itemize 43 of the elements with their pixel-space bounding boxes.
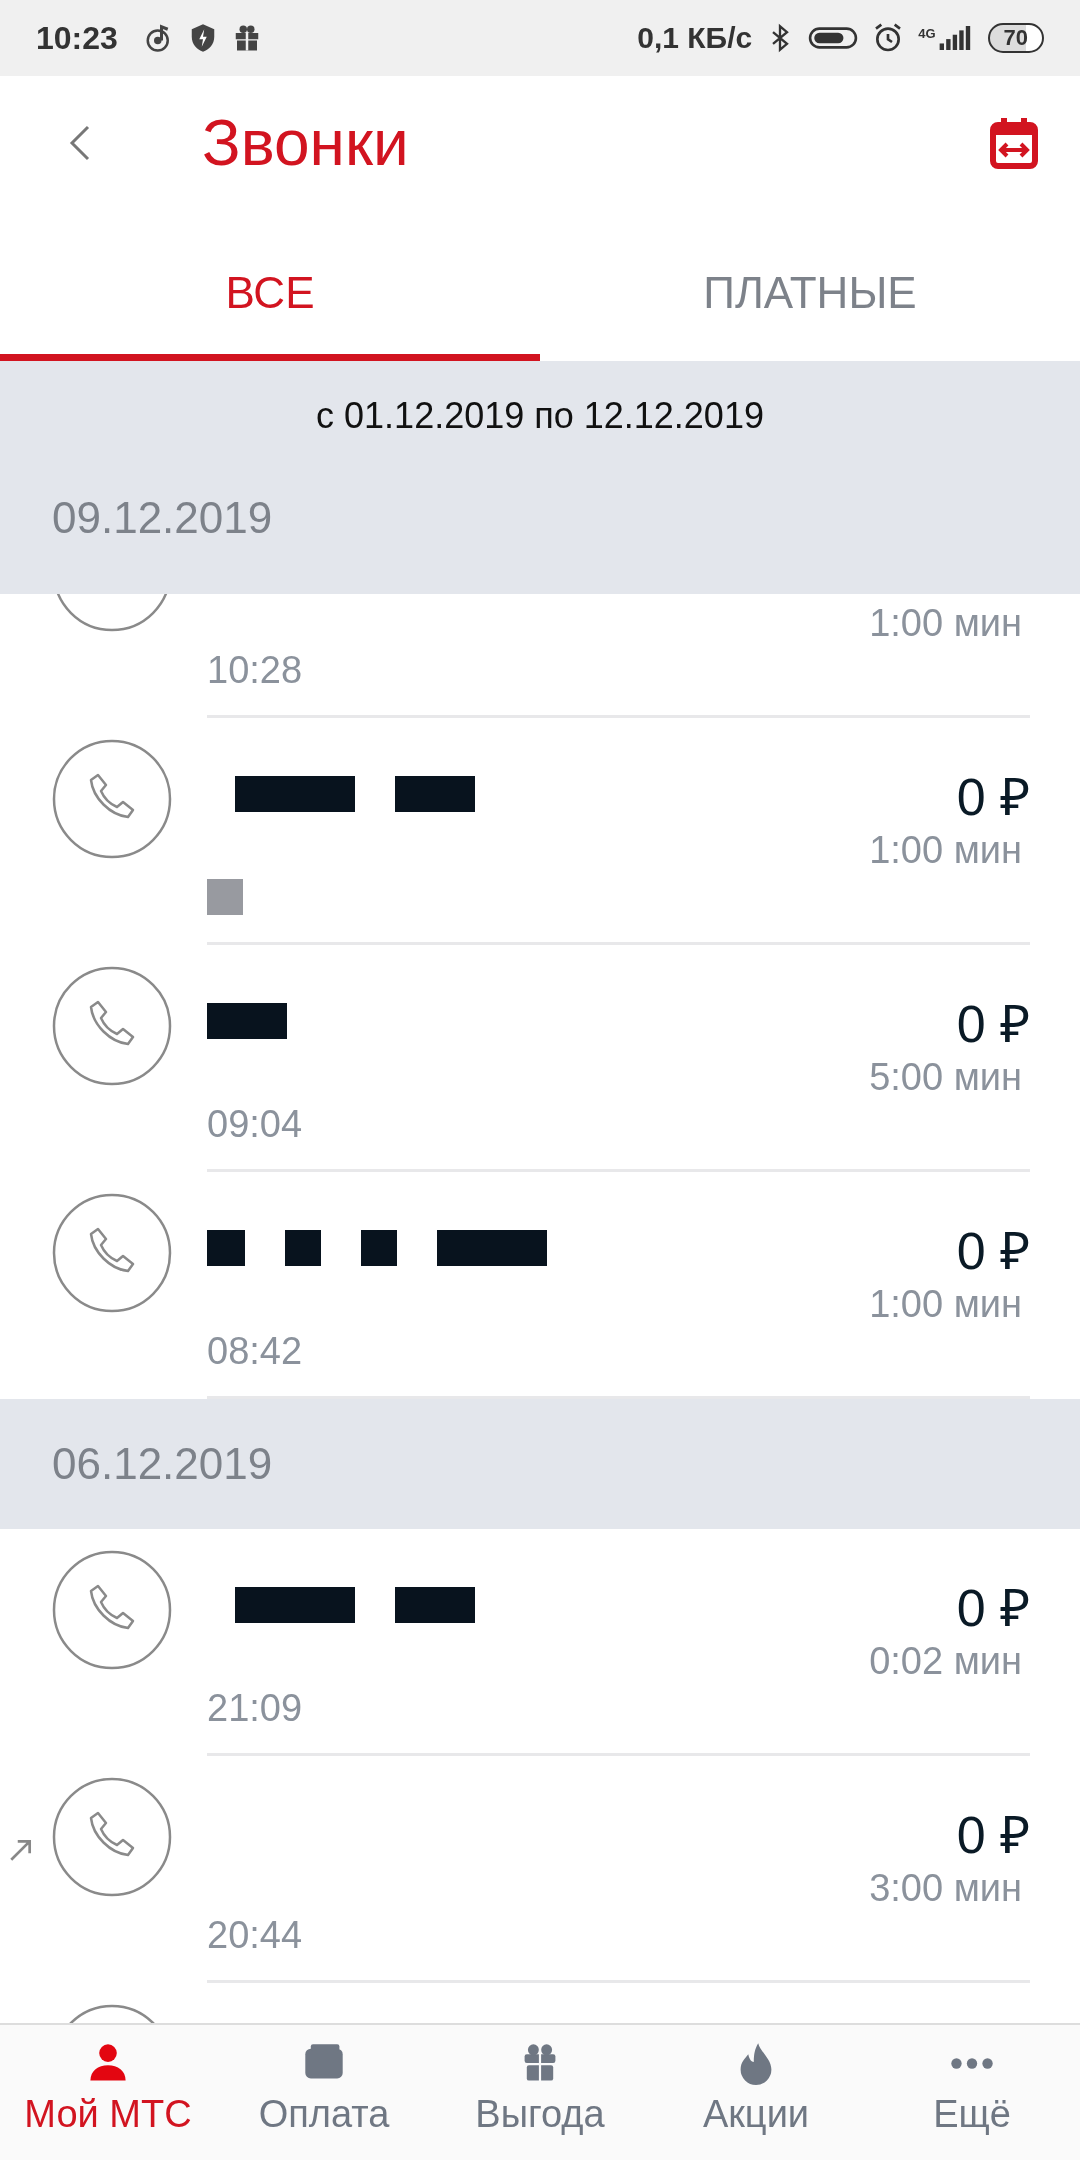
phone-icon	[52, 739, 172, 859]
phone-icon	[52, 966, 172, 1086]
redaction-block	[207, 1230, 245, 1266]
nav-item[interactable]: Мой МТС	[0, 2025, 216, 2160]
call-duration: 3:00 мин	[869, 1866, 1022, 1910]
call-duration: 1:00 мин	[869, 828, 1022, 872]
phone-icon	[52, 1550, 172, 1670]
call-duration: 1:00 мин	[869, 1282, 1022, 1326]
outgoing-arrow-icon	[8, 1837, 34, 1863]
call-time: 21:09	[207, 1686, 303, 1730]
phone-icon	[52, 1193, 172, 1313]
toggle-icon	[808, 25, 859, 51]
call-cost: 0 ₽	[956, 1220, 1030, 1282]
section-date: 09.12.2019	[52, 493, 273, 543]
section-date: 06.12.2019	[52, 1439, 273, 1489]
battery-level: 70	[987, 23, 1044, 53]
nav-item[interactable]: Оплата	[216, 2025, 432, 2160]
network-type: 4G	[918, 26, 936, 41]
phone-icon	[52, 1777, 172, 1897]
back-icon	[68, 123, 92, 163]
nav-item[interactable]: Выгода	[432, 2025, 648, 2160]
call-cost: 0 ₽	[956, 1577, 1030, 1639]
redaction-block	[285, 1230, 321, 1266]
call-duration: 5:00 мин	[869, 1055, 1022, 1099]
call-time: 08:42	[207, 1329, 303, 1373]
redaction-block	[207, 879, 243, 915]
network-speed: 0,1 КБ/с	[637, 21, 753, 55]
call-cost: 0 ₽	[956, 1804, 1030, 1866]
call-time: 09:04	[207, 1102, 303, 1146]
call-cost: 0 ₽	[956, 993, 1030, 1055]
call-duration: 0:02 мин	[869, 1639, 1022, 1683]
call-duration: 1:00 мин	[869, 601, 1022, 645]
redaction-block	[361, 1230, 397, 1266]
calendar-icon	[990, 117, 1038, 169]
clock-time: 10:23	[36, 19, 118, 57]
date-range: с 01.12.2019 по 12.12.2019	[0, 361, 1080, 471]
nav-item[interactable]: Ещё	[864, 2025, 1080, 2160]
more-icon	[950, 2056, 994, 2070]
call-time: 10:28	[207, 648, 303, 692]
screen-title: Звонки	[202, 106, 410, 180]
call-time: 20:44	[207, 1913, 303, 1957]
nav-item[interactable]: Акции	[648, 2025, 864, 2160]
call-cost: 0 ₽	[956, 766, 1030, 828]
